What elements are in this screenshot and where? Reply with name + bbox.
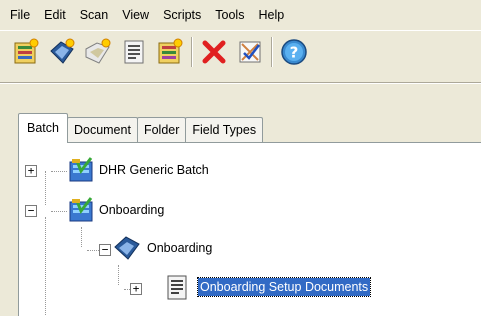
delete-button[interactable] <box>196 34 232 70</box>
document-page-icon <box>167 275 187 300</box>
svg-text:?: ? <box>290 43 299 61</box>
validate-button[interactable] <box>232 34 268 70</box>
toolbar-divider <box>0 82 481 84</box>
menu-tools[interactable]: Tools <box>208 5 251 25</box>
tree-node-label[interactable]: Onboarding <box>147 239 212 257</box>
batch-icon <box>69 157 93 182</box>
tree-node-label-selected[interactable]: Onboarding Setup Documents <box>196 277 372 297</box>
collapse-toggle[interactable]: − <box>99 244 111 256</box>
toolbar-separator <box>271 36 273 67</box>
batch-icon <box>69 197 93 222</box>
tree-line <box>51 171 67 172</box>
new-batch-icon <box>14 38 39 63</box>
collapse-toggle[interactable]: − <box>25 205 37 217</box>
tab-field-types[interactable]: Field Types <box>185 117 264 143</box>
tree-line <box>45 171 46 205</box>
help-icon: ? <box>281 38 307 65</box>
document-icon <box>114 236 140 260</box>
toolbar-separator <box>191 36 193 67</box>
menu-bar: File Edit Scan View Scripts Tools Help <box>0 0 481 30</box>
menu-scripts[interactable]: Scripts <box>156 5 208 25</box>
delete-icon <box>202 40 226 63</box>
new-folder-button[interactable] <box>80 34 116 70</box>
menu-edit[interactable]: Edit <box>37 5 73 25</box>
new-document-icon <box>50 38 75 64</box>
menu-file[interactable]: File <box>3 5 37 25</box>
batch-tree[interactable]: + DHR Generic Batch − Onboarding − Onboa… <box>18 142 481 316</box>
tab-batch[interactable]: Batch <box>18 113 68 143</box>
menu-help[interactable]: Help <box>251 5 291 25</box>
new-document-button[interactable] <box>44 34 80 70</box>
scan-button[interactable] <box>152 34 188 70</box>
toolbar: ? <box>0 30 481 72</box>
new-folder-icon <box>85 38 111 64</box>
properties-button[interactable] <box>116 34 152 70</box>
properties-icon <box>124 40 144 63</box>
scan-icon <box>158 38 183 63</box>
expand-toggle[interactable]: + <box>25 165 37 177</box>
tree-line <box>81 227 82 247</box>
expand-toggle[interactable]: + <box>130 283 142 295</box>
help-button[interactable]: ? <box>276 34 312 70</box>
tab-folder[interactable]: Folder <box>136 117 187 143</box>
tab-strip: Batch Document Folder Field Types <box>18 113 264 143</box>
tree-line <box>51 211 67 212</box>
new-batch-button[interactable] <box>8 34 44 70</box>
tree-node-label[interactable]: DHR Generic Batch <box>99 161 209 179</box>
tree-line <box>45 217 46 316</box>
tree-line <box>118 265 119 285</box>
menu-scan[interactable]: Scan <box>73 5 116 25</box>
tab-document[interactable]: Document <box>66 117 138 143</box>
menu-view[interactable]: View <box>115 5 156 25</box>
validate-icon <box>239 41 261 62</box>
tree-node-label[interactable]: Onboarding <box>99 201 164 219</box>
